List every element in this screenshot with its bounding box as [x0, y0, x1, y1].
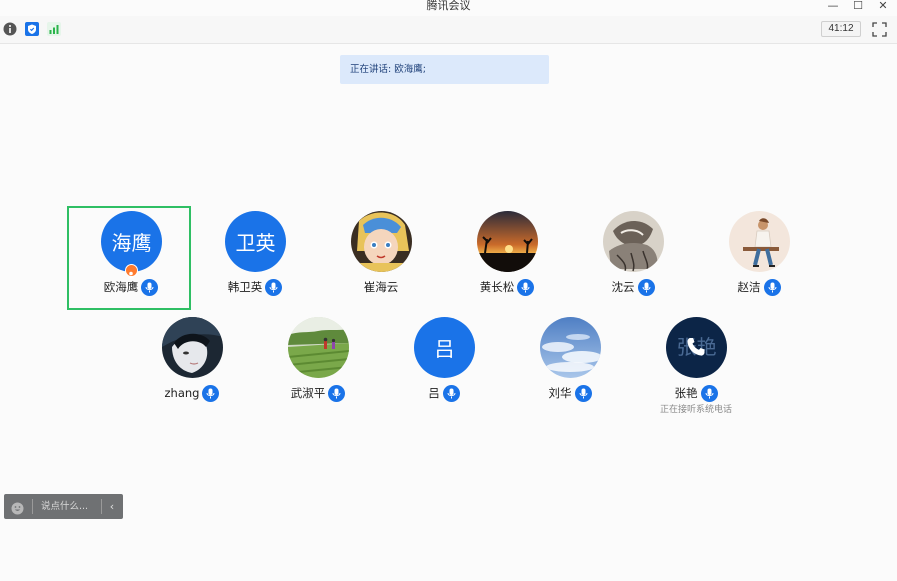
fullscreen-icon[interactable]	[872, 22, 887, 37]
mic-icon[interactable]	[637, 278, 655, 296]
collapse-chat-button[interactable]: ‹	[104, 494, 120, 519]
participant-name: 赵洁	[737, 280, 761, 294]
divider	[101, 499, 102, 514]
participant-name: 崔海云	[363, 280, 399, 294]
participant-tile[interactable]: 黄长松	[445, 206, 569, 310]
mic-icon[interactable]	[202, 384, 220, 402]
avatar: 海鹰	[101, 211, 162, 272]
mic-icon[interactable]	[328, 384, 346, 402]
participant-tile[interactable]: 海鹰 欧海鹰	[67, 206, 191, 310]
participant-name: 韩卫英	[227, 280, 263, 294]
participant-name: 刘华	[548, 386, 572, 400]
participant-name: 武淑平	[290, 386, 326, 400]
meeting-toolbar: 41:12	[0, 16, 897, 44]
participant-name: 吕	[428, 386, 440, 400]
close-button[interactable]: ✕	[876, 0, 890, 12]
participant-tile[interactable]: 赵洁	[697, 206, 821, 310]
participant-tile[interactable]: zhang	[130, 312, 254, 416]
mic-icon[interactable]	[700, 384, 718, 402]
avatar	[288, 317, 349, 378]
avatar	[162, 317, 223, 378]
speaking-indicator: 正在讲话: 欧海鹰;	[340, 55, 549, 84]
participant-name: 黄长松	[479, 280, 515, 294]
avatar	[351, 211, 412, 272]
avatar: 吕	[414, 317, 475, 378]
mic-icon[interactable]	[763, 278, 781, 296]
phone-icon	[687, 338, 705, 356]
participant-tile[interactable]: 沈云	[571, 206, 695, 310]
emoji-icon[interactable]	[11, 500, 24, 515]
mic-icon[interactable]	[141, 278, 159, 296]
participant-name: 沈云	[611, 280, 635, 294]
signal-icon[interactable]	[47, 22, 61, 36]
meeting-timer: 41:12	[821, 21, 861, 37]
avatar	[540, 317, 601, 378]
shield-icon[interactable]	[25, 22, 39, 36]
participant-tile[interactable]: 卫英 韩卫英	[193, 206, 317, 310]
info-icon[interactable]	[3, 22, 17, 36]
title-bar: 腾讯会议 — ☐ ✕	[0, 0, 897, 16]
avatar	[603, 211, 664, 272]
avatar	[477, 211, 538, 272]
avatar: 卫英	[225, 211, 286, 272]
minimize-button[interactable]: —	[826, 0, 840, 12]
participant-status: 正在接听系统电话	[659, 405, 732, 415]
participant-tile[interactable]: 武淑平	[256, 312, 380, 416]
mic-icon[interactable]	[265, 278, 283, 296]
maximize-button[interactable]: ☐	[851, 0, 865, 12]
participant-name: 欧海鹰	[103, 280, 139, 294]
mic-icon[interactable]	[442, 384, 460, 402]
participant-tile[interactable]: 吕 吕	[382, 312, 506, 416]
avatar	[729, 211, 790, 272]
host-badge-icon	[125, 264, 138, 279]
participant-name: zhang	[164, 386, 200, 400]
chat-input[interactable]: 说点什么...	[41, 494, 101, 519]
participant-tile[interactable]: 刘华	[508, 312, 632, 416]
avatar: 张艳	[666, 317, 727, 378]
window-title: 腾讯会议	[426, 0, 471, 12]
divider	[32, 499, 33, 514]
mic-icon[interactable]	[517, 278, 535, 296]
chat-bar: 说点什么... ‹	[4, 494, 123, 519]
participant-tile[interactable]: 崔海云	[319, 206, 443, 310]
participant-name: 张艳	[674, 386, 698, 400]
participant-tile[interactable]: 张艳 张艳 正在接听系统电话	[634, 312, 758, 416]
mic-icon[interactable]	[574, 384, 592, 402]
